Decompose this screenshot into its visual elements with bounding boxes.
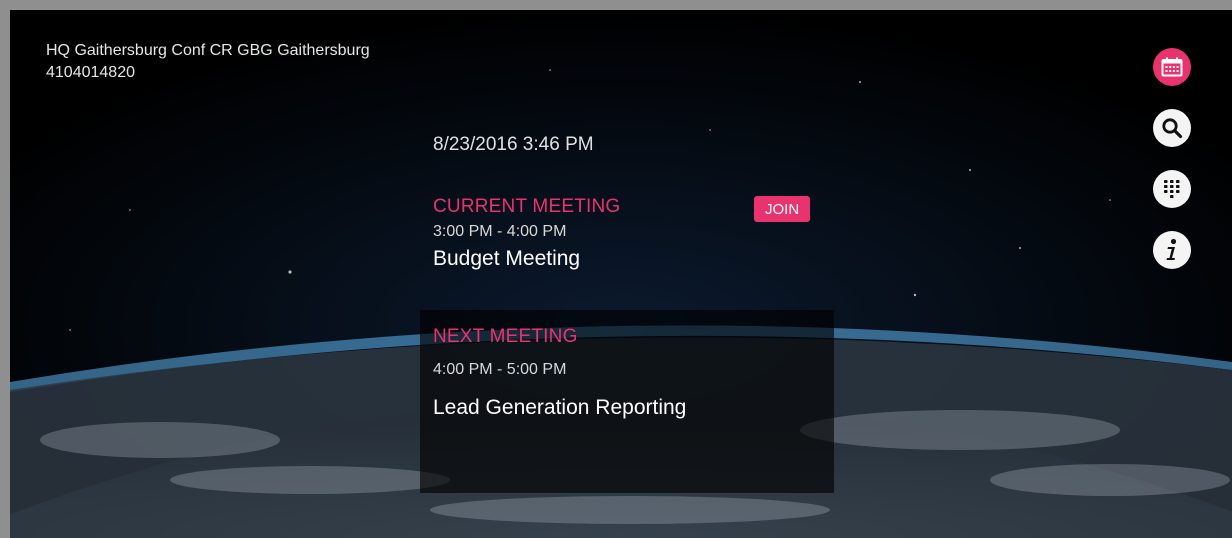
dialpad-button[interactable] bbox=[1153, 170, 1191, 208]
next-meeting-time: 4:00 PM - 5:00 PM bbox=[433, 361, 567, 378]
current-datetime: 8/23/2016 3:46 PM bbox=[433, 134, 594, 155]
next-meeting-label: NEXT MEETING bbox=[433, 326, 578, 347]
current-meeting-label: CURRENT MEETING bbox=[433, 196, 621, 217]
room-name: HQ Gaithersburg Conf CR GBG Gaithersburg bbox=[46, 42, 370, 59]
next-meeting-title: Lead Generation Reporting bbox=[433, 396, 687, 419]
calendar-button[interactable] bbox=[1153, 48, 1191, 86]
info-icon bbox=[1166, 238, 1177, 260]
room-phone: 4104014820 bbox=[46, 64, 135, 81]
current-meeting-time: 3:00 PM - 4:00 PM bbox=[433, 223, 567, 240]
search-icon bbox=[1162, 118, 1183, 139]
info-button[interactable] bbox=[1153, 231, 1191, 269]
current-meeting-title: Budget Meeting bbox=[433, 247, 581, 270]
next-meeting-panel: NEXT MEETING 4:00 PM - 5:00 PM Lead Gene… bbox=[420, 310, 834, 493]
calendar-icon bbox=[1161, 57, 1183, 77]
room-display-screen: HQ Gaithersburg Conf CR GBG Gaithersburg… bbox=[10, 10, 1232, 538]
dialpad-icon bbox=[1164, 180, 1180, 198]
search-button[interactable] bbox=[1153, 109, 1191, 147]
current-meeting-panel: CURRENT MEETING JOIN 3:00 PM - 4:00 PM B… bbox=[420, 180, 834, 310]
room-info: HQ Gaithersburg Conf CR GBG Gaithersburg… bbox=[46, 40, 370, 84]
join-button[interactable]: JOIN bbox=[754, 196, 811, 222]
